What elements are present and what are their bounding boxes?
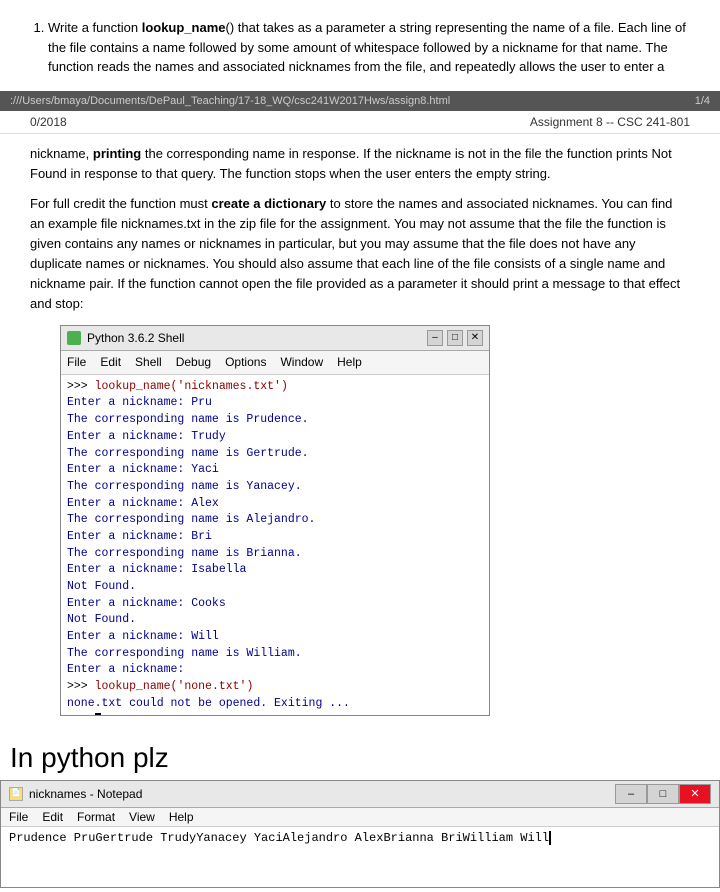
notepad-menu-help[interactable]: Help xyxy=(169,810,194,824)
notepad-body[interactable]: Prudence PruGertrude TrudyYanacey YaciAl… xyxy=(1,827,719,887)
body-bold-2: create a dictionary xyxy=(211,196,326,211)
notepad-menu-view[interactable]: View xyxy=(129,810,155,824)
notepad-menu-edit[interactable]: Edit xyxy=(42,810,63,824)
page-number: 1/4 xyxy=(695,95,710,107)
shell-line-13: Not Found. xyxy=(67,579,483,596)
page-title: Assignment 8 -- CSC 241-801 xyxy=(530,115,690,129)
notepad-titlebar-controls[interactable]: – □ ✕ xyxy=(615,784,711,804)
notepad-close-button[interactable]: ✕ xyxy=(679,784,711,804)
instruction-text: Write a function xyxy=(48,20,142,35)
close-button[interactable]: ✕ xyxy=(467,330,483,346)
notepad-menubar: File Edit Format View Help xyxy=(1,808,719,827)
notepad-maximize-button[interactable]: □ xyxy=(647,784,679,804)
notepad-minimize-button[interactable]: – xyxy=(615,784,647,804)
body-bold-1: printing xyxy=(93,146,141,161)
page-date: 0/2018 xyxy=(30,115,67,129)
shell-line-11: The corresponding name is Brianna. xyxy=(67,546,483,563)
shell-line-20: none.txt could not be opened. Exiting ..… xyxy=(67,696,483,713)
shell-menu-window[interactable]: Window xyxy=(280,353,323,372)
shell-line-15: Not Found. xyxy=(67,612,483,629)
shell-menu-debug[interactable]: Debug xyxy=(176,353,211,372)
notepad-content: Prudence PruGertrude TrudyYanacey YaciAl… xyxy=(9,831,558,845)
shell-line-21: >>> xyxy=(67,712,483,715)
shell-titlebar-controls[interactable]: – □ ✕ xyxy=(427,330,483,346)
shell-title: Python 3.6.2 Shell xyxy=(87,329,184,348)
notepad-titlebar-left: 📄 nicknames - Notepad xyxy=(9,787,142,801)
notepad-titlebar: 📄 nicknames - Notepad – □ ✕ xyxy=(1,781,719,808)
notepad-menu-file[interactable]: File xyxy=(9,810,28,824)
body-text-2b: to store the names and associated nickna… xyxy=(30,196,680,312)
shell-menu-edit[interactable]: Edit xyxy=(100,353,121,372)
shell-menubar: File Edit Shell Debug Options Window Hel… xyxy=(61,351,489,375)
shell-line-19: >>> lookup_name('none.txt') xyxy=(67,679,483,696)
shell-line-10: Enter a nickname: Bri xyxy=(67,529,483,546)
shell-line-8: Enter a nickname: Alex xyxy=(67,496,483,513)
shell-line-14: Enter a nickname: Cooks xyxy=(67,596,483,613)
function-name: lookup_name xyxy=(142,20,226,35)
shell-titlebar: Python 3.6.2 Shell – □ ✕ xyxy=(61,326,489,352)
shell-menu-shell[interactable]: Shell xyxy=(135,353,162,372)
shell-titlebar-left: Python 3.6.2 Shell xyxy=(67,329,184,348)
body-text-2: For full credit the function must xyxy=(30,196,211,211)
notepad-title: nicknames - Notepad xyxy=(29,787,142,801)
shell-body[interactable]: >>> lookup_name('nicknames.txt') Enter a… xyxy=(61,375,489,715)
body-text-1: nickname, xyxy=(30,146,93,161)
body-paragraph-2: For full credit the function must create… xyxy=(30,194,690,315)
minimize-button[interactable]: – xyxy=(427,330,443,346)
shell-line-5: The corresponding name is Gertrude. xyxy=(67,446,483,463)
shell-window: Python 3.6.2 Shell – □ ✕ File Edit Shell… xyxy=(60,325,490,716)
shell-line-4: Enter a nickname: Trudy xyxy=(67,429,483,446)
shell-line-2: Enter a nickname: Pru xyxy=(67,395,483,412)
url-bar: :///Users/bmaya/Documents/DePaul_Teachin… xyxy=(0,91,720,111)
url-path: :///Users/bmaya/Documents/DePaul_Teachin… xyxy=(10,95,450,107)
main-content: nickname, printing the corresponding nam… xyxy=(0,134,720,734)
in-python-label: In python plz xyxy=(0,734,720,780)
notepad-icon: 📄 xyxy=(9,787,23,801)
body-paragraph-1: nickname, printing the corresponding nam… xyxy=(30,144,690,184)
shell-line-9: The corresponding name is Alejandro. xyxy=(67,512,483,529)
page-header: 0/2018 Assignment 8 -- CSC 241-801 xyxy=(0,111,720,134)
shell-line-3: The corresponding name is Prudence. xyxy=(67,412,483,429)
shell-line-17: The corresponding name is William. xyxy=(67,646,483,663)
shell-menu-options[interactable]: Options xyxy=(225,353,266,372)
shell-menu-help[interactable]: Help xyxy=(337,353,362,372)
shell-line-6: Enter a nickname: Yaci xyxy=(67,462,483,479)
shell-line-12: Enter a nickname: Isabella xyxy=(67,562,483,579)
shell-line-7: The corresponding name is Yanacey. xyxy=(67,479,483,496)
python-icon xyxy=(67,331,81,345)
maximize-button[interactable]: □ xyxy=(447,330,463,346)
shell-line-1: >>> lookup_name('nicknames.txt') xyxy=(67,379,483,396)
shell-line-16: Enter a nickname: Will xyxy=(67,629,483,646)
shell-menu-file[interactable]: File xyxy=(67,353,86,372)
instruction-section: Write a function lookup_name() that take… xyxy=(0,0,720,91)
notepad-menu-format[interactable]: Format xyxy=(77,810,115,824)
notepad-window: 📄 nicknames - Notepad – □ ✕ File Edit Fo… xyxy=(0,780,720,888)
shell-line-18: Enter a nickname: xyxy=(67,662,483,679)
